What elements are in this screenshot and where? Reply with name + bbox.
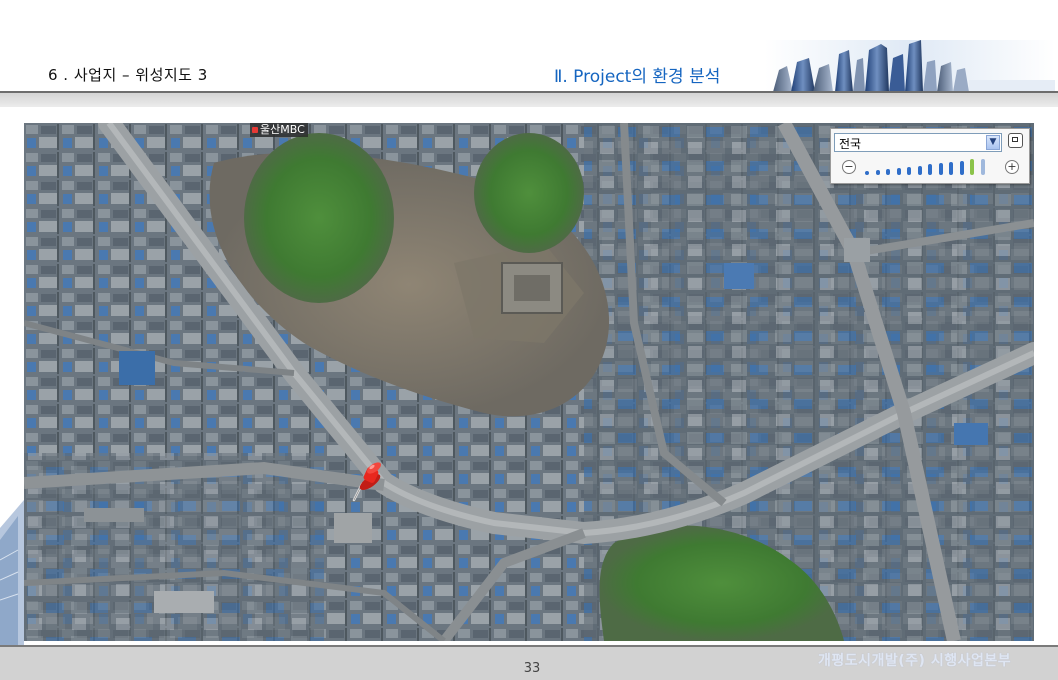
slide: 6 . 사업지 – 위성지도 3 Ⅱ. Project의 환경 분석 울산MBC…: [0, 0, 1058, 680]
zoom-level-indicator[interactable]: [970, 159, 974, 175]
minimize-button[interactable]: [1008, 133, 1023, 148]
region-select-value: 전국: [839, 137, 862, 151]
satellite-imagery[interactable]: [24, 123, 1034, 641]
satellite-map[interactable]: 울산MBC 전국 ▼ − +: [24, 123, 1034, 641]
company-name: 개평도시개발(주) 시행사업본부: [818, 653, 1012, 669]
building-decoration: [0, 500, 24, 645]
zoom-step[interactable]: [928, 164, 932, 175]
region-select[interactable]: 전국 ▼: [834, 133, 1002, 152]
zoom-step[interactable]: [917, 165, 922, 175]
zoom-step[interactable]: [875, 169, 880, 175]
map-zoom-control: 전국 ▼ − +: [830, 128, 1030, 184]
landmark-label-text: 울산MBC: [260, 123, 305, 136]
section-title: 6 . 사업지 – 위성지도 3: [48, 66, 208, 84]
zoom-step[interactable]: [886, 168, 890, 175]
landmark-label[interactable]: 울산MBC: [250, 123, 308, 137]
header-band: [0, 93, 1058, 107]
zoom-slider[interactable]: [865, 157, 995, 177]
slide-header: 6 . 사업지 – 위성지도 3 Ⅱ. Project의 환경 분석: [0, 0, 1058, 110]
chevron-down-icon[interactable]: ▼: [986, 135, 1000, 150]
page-number: 33: [523, 661, 541, 676]
zoom-step[interactable]: [865, 171, 869, 175]
zoom-step[interactable]: [938, 163, 943, 175]
chapter-title: Ⅱ. Project의 환경 분석: [554, 67, 721, 87]
landmark-marker-icon: [252, 127, 258, 133]
zoom-step[interactable]: [896, 167, 901, 175]
zoom-step[interactable]: [980, 158, 985, 175]
push-pin-icon[interactable]: [350, 460, 386, 504]
city-skyline-graphic: [765, 40, 1055, 94]
zoom-out-button[interactable]: −: [842, 160, 856, 174]
zoom-step[interactable]: [959, 161, 964, 175]
zoom-step[interactable]: [907, 166, 911, 175]
zoom-step[interactable]: [949, 162, 953, 175]
zoom-in-button[interactable]: +: [1005, 160, 1019, 174]
